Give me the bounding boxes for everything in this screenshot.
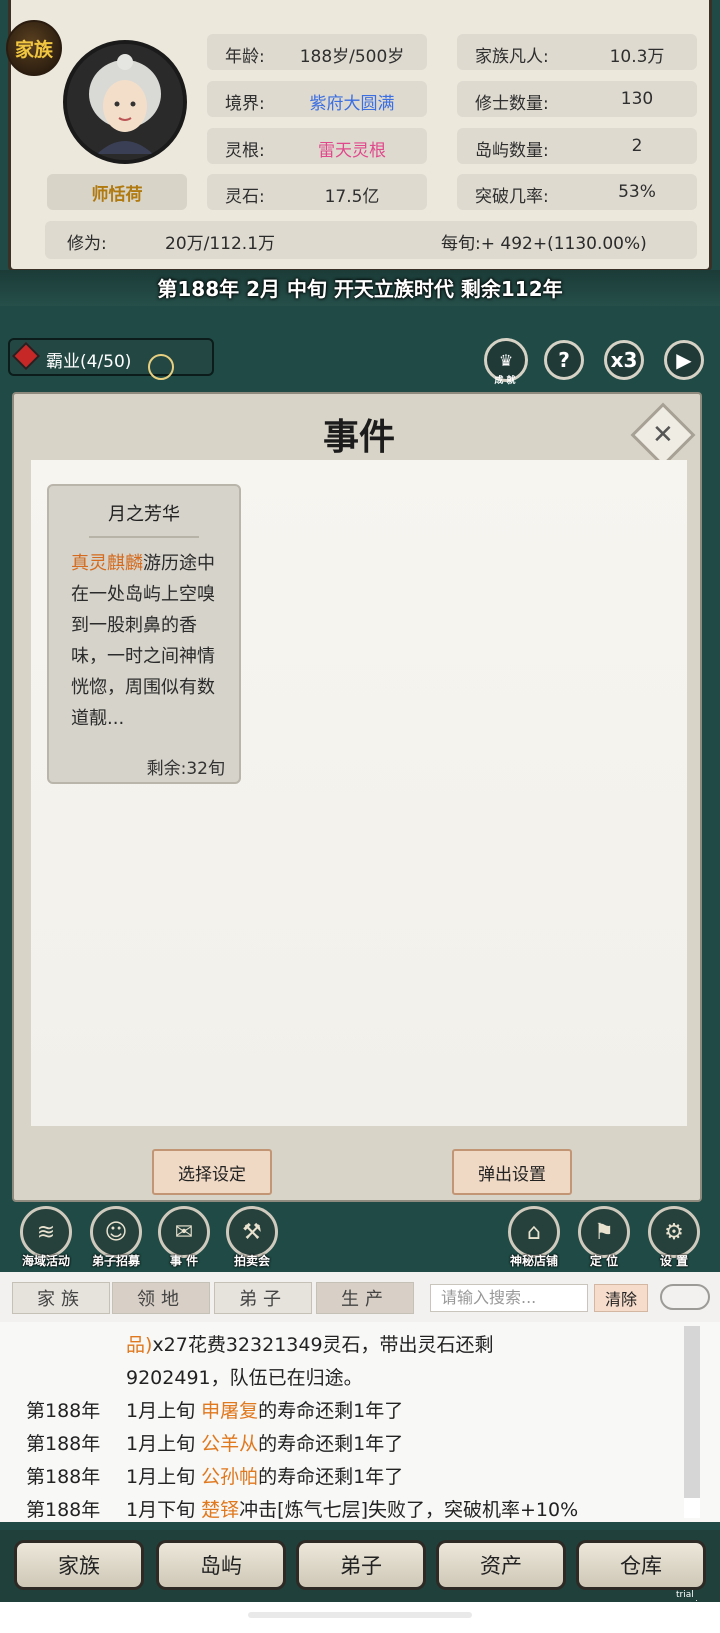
auction-icon: ⚒ — [226, 1206, 278, 1258]
gear-icon: ⚙ — [648, 1206, 700, 1258]
close-icon: ✕ — [652, 419, 674, 450]
shop-icon: ⌂ — [508, 1206, 560, 1258]
person-name[interactable]: 公孙帕 — [201, 1466, 258, 1488]
tab-territory[interactable]: 领地 — [112, 1282, 210, 1314]
locate-button[interactable]: ⚑ 定 位 — [572, 1206, 636, 1270]
recruit-button[interactable]: ☺ 弟子招募 — [84, 1206, 148, 1270]
sea-activity-icon: ≋ — [20, 1206, 72, 1258]
mortals-stat: 家族凡人: 10.3万 — [457, 34, 697, 70]
select-settings-button[interactable]: 选择设定 — [152, 1149, 272, 1195]
age-stat: 年龄: 188岁/500岁 — [207, 34, 427, 70]
per-period-gain: 每旬:+ 492+(1130.00%) — [441, 234, 647, 254]
spirit-root-value: 雷天灵根 — [318, 141, 386, 161]
realm-stat: 境界: 紫府大圆满 — [207, 81, 427, 117]
event-description: 真灵麒麟游历途中在一处岛屿上空嗅到一股刺鼻的香味，一时之间神情恍惚，周围似有数道… — [71, 553, 215, 729]
divider — [89, 536, 199, 538]
help-button[interactable]: ? — [544, 340, 584, 380]
clan-badge[interactable]: 家族 — [6, 20, 62, 76]
event-panel: 事件 ✕ 月之芳华 真灵麒麟游历途中在一处岛屿上空嗅到一股刺鼻的香味，一时之间神… — [12, 392, 702, 1202]
clear-button[interactable]: 清除 — [594, 1284, 648, 1312]
person-name[interactable]: 申屠复 — [201, 1400, 258, 1422]
panel-title: 事件 — [322, 417, 395, 458]
sea-activity-button[interactable]: ≋ 海域活动 — [14, 1206, 78, 1270]
warning-icon — [11, 341, 41, 371]
islands-stat: 岛屿数量: 2 — [457, 128, 697, 164]
clan-info-panel: 师恬荷 年龄: 188岁/500岁 境界: 紫府大圆满 灵根: 雷天灵根 灵石:… — [8, 0, 712, 272]
nav-clan[interactable]: 家族 — [14, 1540, 144, 1590]
settings-button[interactable]: ⚙ 设 置 — [642, 1206, 706, 1270]
flag-icon: ⚑ — [578, 1206, 630, 1258]
speed-label: x3 — [610, 348, 638, 372]
home-indicator[interactable] — [248, 1612, 472, 1618]
breakthrough-stat: 突破几率: 53% — [457, 174, 697, 210]
cultivation-value: 20万/112.1万 — [165, 234, 276, 254]
log-tab-bar: 家族 领地 弟子 生产 请输入搜索... 清除 — [0, 1272, 720, 1322]
era-text: 第188年 2月 中旬 开天立族时代 剩余112年 — [157, 277, 563, 301]
scroll-icon: ✉ — [158, 1206, 210, 1258]
cloud-icon[interactable] — [660, 1284, 710, 1310]
event-log: 品)x27花费32321349灵石，带出灵石还剩 9202491，队伍已在归途。… — [0, 1322, 720, 1522]
search-input[interactable]: 请输入搜索... — [430, 1284, 588, 1312]
tab-production[interactable]: 生产 — [316, 1282, 414, 1314]
cultivation-bar: 修为: 20万/112.1万 每旬:+ 492+(1130.00%) — [45, 221, 697, 259]
spirit-root-stat: 灵根: 雷天灵根 — [207, 128, 427, 164]
person-name[interactable]: 楚铎 — [201, 1499, 239, 1521]
event-list: 月之芳华 真灵麒麟游历途中在一处岛屿上空嗅到一股刺鼻的香味，一时之间神情恍惚，周… — [31, 460, 687, 1126]
events-button[interactable]: ✉ 事 件 — [152, 1206, 216, 1270]
play-button[interactable]: ▶ — [664, 340, 704, 380]
nav-disciples[interactable]: 弟子 — [296, 1540, 426, 1590]
spirit-stone-stat: 灵石: 17.5亿 — [207, 174, 427, 210]
speed-button[interactable]: x3 — [604, 340, 644, 380]
avatar[interactable] — [63, 40, 187, 164]
log-scroll-thumb[interactable] — [684, 1498, 700, 1518]
bottom-nav: 家族 岛屿 弟子 资产 仓库 — [0, 1530, 720, 1602]
log-scrollbar[interactable] — [684, 1326, 700, 1516]
person-name[interactable]: 公羊从 — [201, 1433, 258, 1455]
realm-value: 紫府大圆满 — [309, 94, 395, 114]
event-beast-name: 真灵麒麟 — [71, 553, 143, 574]
achievement-button[interactable]: ♛ 成 就 — [484, 338, 528, 386]
help-icon: ? — [558, 348, 570, 372]
nav-islands[interactable]: 岛屿 — [156, 1540, 286, 1590]
event-card[interactable]: 月之芳华 真灵麒麟游历途中在一处岛屿上空嗅到一股刺鼻的香味，一时之间神情恍惚，周… — [47, 484, 241, 784]
hegemony-button[interactable]: 霸业(4/50) — [8, 338, 214, 380]
auction-button[interactable]: ⚒ 拍卖会 — [220, 1206, 284, 1270]
nav-warehouse[interactable]: 仓库 — [576, 1540, 706, 1590]
event-remaining: 剩余:32旬 — [146, 759, 225, 779]
trophy-icon: ♛ — [498, 350, 514, 370]
play-icon: ▶ — [676, 348, 692, 372]
mystery-shop-button[interactable]: ⌂ 神秘店铺 — [502, 1206, 566, 1270]
popup-settings-button[interactable]: 弹出设置 — [452, 1149, 572, 1195]
nav-assets[interactable]: 资产 — [436, 1540, 566, 1590]
recruit-icon: ☺ — [90, 1206, 142, 1258]
pointer-hand-icon — [148, 354, 174, 380]
cultivators-stat: 修士数量: 130 — [457, 81, 697, 117]
tab-disciples[interactable]: 弟子 — [214, 1282, 312, 1314]
character-name: 师恬荷 — [47, 174, 187, 210]
event-title: 月之芳华 — [108, 504, 180, 525]
tab-clan[interactable]: 家族 — [12, 1282, 110, 1314]
